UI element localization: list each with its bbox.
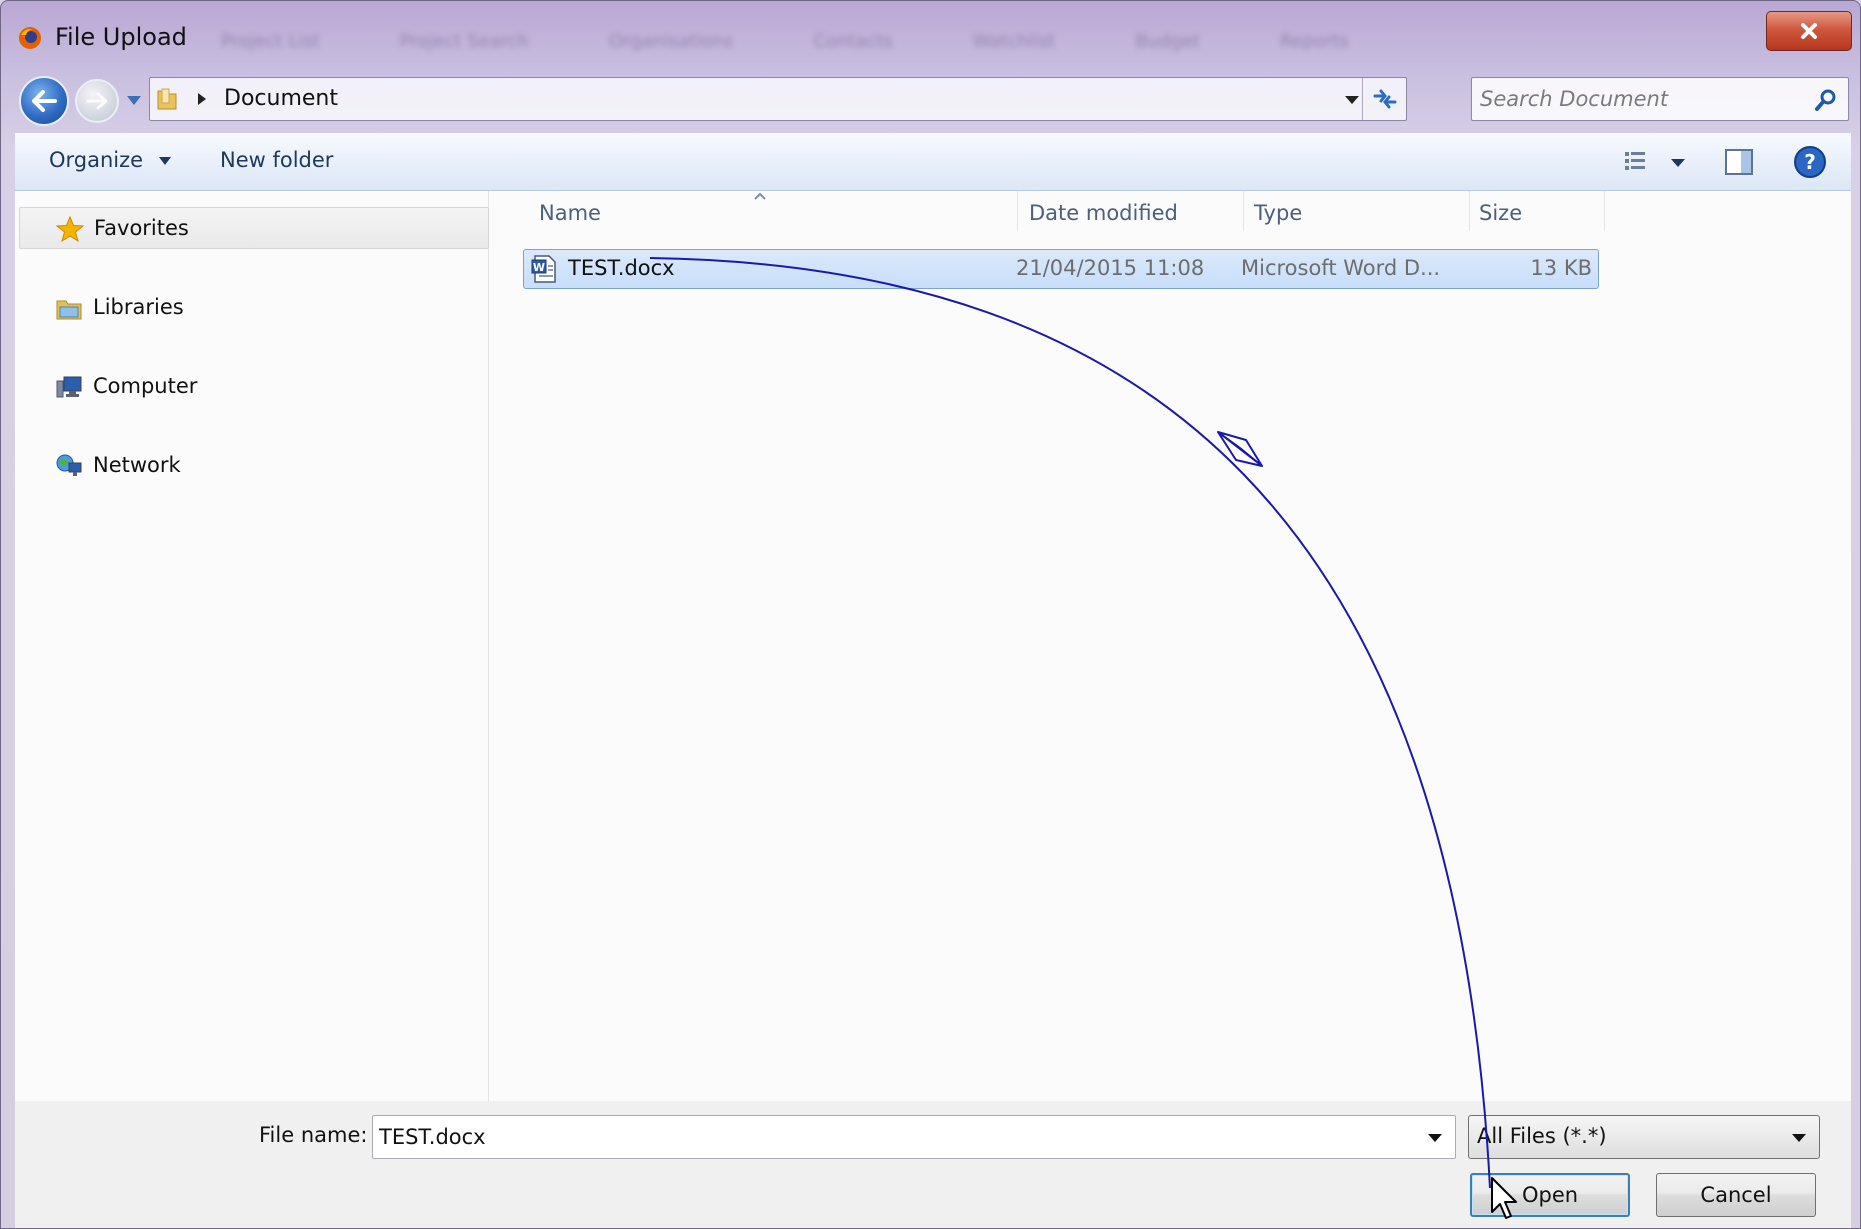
folder-icon xyxy=(157,88,177,110)
star-icon xyxy=(56,216,84,242)
chevron-down-icon[interactable] xyxy=(1427,1132,1443,1144)
refresh-button[interactable] xyxy=(1362,78,1406,120)
background-tab: Organisations xyxy=(608,31,734,52)
column-divider[interactable] xyxy=(1243,191,1244,231)
background-tab: Reports xyxy=(1279,31,1350,52)
network-icon xyxy=(56,454,82,476)
window-title: File Upload xyxy=(55,23,187,51)
sidebar-item-label: Favorites xyxy=(94,216,189,240)
column-header-size[interactable]: Size xyxy=(1479,201,1522,225)
file-type: Microsoft Word D... xyxy=(1241,256,1441,280)
address-bar[interactable]: Document xyxy=(149,77,1407,121)
word-document-icon: W xyxy=(531,255,556,283)
background-tab: Project List xyxy=(221,31,320,52)
sidebar-item-computer[interactable]: Computer xyxy=(19,366,489,408)
file-name-label: File name: xyxy=(259,1123,368,1147)
file-type-filter[interactable]: All Files (*.*) xyxy=(1468,1115,1820,1159)
svg-text:?: ? xyxy=(1804,150,1816,174)
title-bar: File Upload Project List Project Search … xyxy=(1,1,1860,73)
preview-pane-icon[interactable] xyxy=(1723,146,1755,178)
change-view-button[interactable] xyxy=(1621,148,1691,178)
file-type-filter-value: All Files (*.*) xyxy=(1477,1124,1607,1148)
background-tab: Contacts xyxy=(813,31,893,52)
search-box[interactable] xyxy=(1471,77,1849,121)
file-name-combobox[interactable] xyxy=(372,1115,1456,1159)
organize-label: Organize xyxy=(49,148,144,172)
chevron-down-icon xyxy=(1792,1134,1806,1142)
firefox-icon xyxy=(19,27,41,49)
close-icon xyxy=(1801,23,1817,39)
file-size: 13 KB xyxy=(1530,256,1592,280)
address-dropdown-icon[interactable] xyxy=(1344,94,1360,106)
computer-icon xyxy=(56,376,82,398)
column-header-name[interactable]: Name xyxy=(539,201,601,225)
column-divider[interactable] xyxy=(1469,191,1470,231)
search-input[interactable] xyxy=(1480,84,1800,114)
help-icon[interactable]: ? xyxy=(1793,145,1827,179)
file-row[interactable]: W TEST.docx 21/04/2015 11:08 Microsoft W… xyxy=(523,249,1599,289)
sidebar-item-favorites[interactable]: Favorites xyxy=(19,207,489,249)
back-button[interactable] xyxy=(19,76,69,126)
file-name-field[interactable] xyxy=(379,1122,1379,1152)
column-header-date-modified[interactable]: Date modified xyxy=(1029,201,1178,225)
refresh-icon xyxy=(1373,89,1396,109)
main-pane: Favorites Libraries Computer Network Nam… xyxy=(15,191,1851,1101)
file-upload-dialog: File Upload Project List Project Search … xyxy=(0,0,1861,1229)
arrow-right-icon xyxy=(86,92,108,110)
forward-button[interactable] xyxy=(75,79,119,123)
cancel-button[interactable]: Cancel xyxy=(1656,1173,1816,1217)
background-tabs: Project List Project Search Organisation… xyxy=(221,31,1621,61)
recent-locations-icon[interactable] xyxy=(125,93,143,107)
column-header-type[interactable]: Type xyxy=(1254,201,1302,225)
column-divider[interactable] xyxy=(1017,191,1018,231)
arrow-left-icon xyxy=(32,90,57,112)
sidebar-item-label: Libraries xyxy=(93,295,184,319)
sidebar-item-network[interactable]: Network xyxy=(19,445,489,487)
file-name: TEST.docx xyxy=(568,256,675,280)
details-view-icon xyxy=(1625,152,1685,170)
file-list: Name Date modified Type Size W TEST.docx… xyxy=(491,191,1851,1101)
navigation-pane: Favorites Libraries Computer Network xyxy=(15,191,489,1101)
chevron-down-icon xyxy=(158,157,171,165)
search-icon[interactable] xyxy=(1814,88,1838,112)
close-button[interactable] xyxy=(1766,11,1852,51)
sidebar-item-label: Computer xyxy=(93,374,198,398)
sidebar-item-label: Network xyxy=(93,453,181,477)
open-button[interactable]: Open xyxy=(1470,1173,1630,1217)
sidebar-item-libraries[interactable]: Libraries xyxy=(19,287,489,329)
command-toolbar: Organize New folder ? xyxy=(15,133,1851,191)
file-date-modified: 21/04/2015 11:08 xyxy=(1016,256,1205,280)
breadcrumb-document[interactable]: Document xyxy=(224,86,338,111)
background-tab: Budget xyxy=(1135,31,1200,52)
new-folder-button[interactable]: New folder xyxy=(220,148,333,172)
organize-menu[interactable]: Organize xyxy=(49,148,172,172)
dialog-footer: File name: All Files (*.*) Open Cancel xyxy=(15,1101,1851,1228)
sort-ascending-icon xyxy=(754,192,766,200)
svg-text:W: W xyxy=(533,261,545,274)
background-tab: Project Search xyxy=(399,31,529,52)
libraries-icon xyxy=(56,300,82,320)
column-divider[interactable] xyxy=(1604,191,1605,231)
background-tab: Watchlist xyxy=(972,31,1056,52)
breadcrumb-arrow-icon[interactable] xyxy=(196,92,208,106)
